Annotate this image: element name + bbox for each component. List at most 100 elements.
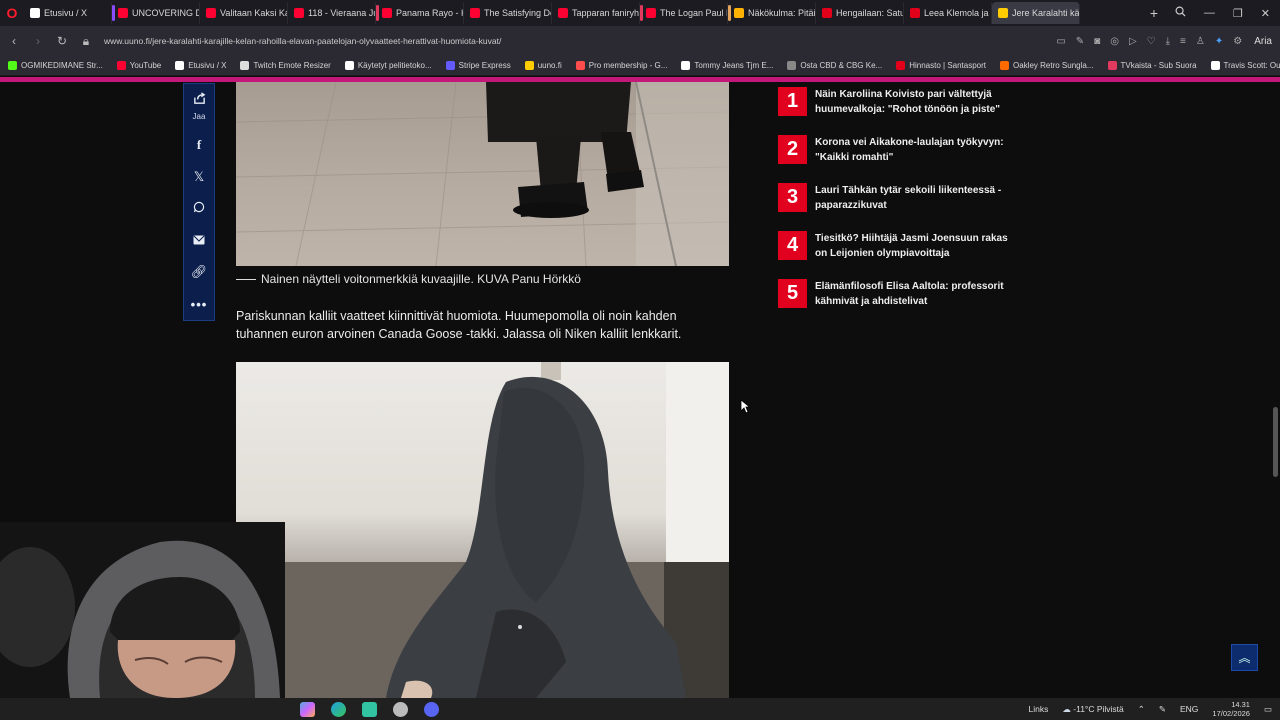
bookmark-item[interactable]: Tommy Jeans Tjm E... bbox=[681, 61, 773, 70]
restore-button[interactable]: ❐ bbox=[1233, 7, 1243, 20]
extension-icon[interactable]: ✦ bbox=[1215, 36, 1223, 47]
chevron-up-icon: ︽ bbox=[1238, 651, 1251, 665]
account-icon[interactable]: ♙ bbox=[1196, 36, 1205, 47]
back-icon[interactable]: ‹ bbox=[8, 34, 20, 48]
reload-icon[interactable]: ↻ bbox=[56, 34, 68, 48]
clock[interactable]: 14.31 17/02/2026 bbox=[1212, 700, 1250, 718]
share-link-button[interactable]: 🔗︎ bbox=[183, 256, 215, 288]
most-read-item[interactable]: 1 Näin Karoliina Koivisto pari vältettyjä… bbox=[778, 87, 1018, 135]
tab-3[interactable]: 118 - Vieraana Jukk bbox=[288, 2, 376, 24]
bookmark-item[interactable]: Osta CBD & CBG Ke... bbox=[787, 61, 882, 70]
heart-icon[interactable]: ♡ bbox=[1147, 36, 1156, 47]
most-read-title[interactable]: Näin Karoliina Koivisto pari vältettyjä … bbox=[815, 87, 1018, 117]
close-button[interactable]: ✕ bbox=[1261, 7, 1270, 20]
most-read-item[interactable]: 5 Elämänfilosofi Elisa Aaltola: professor… bbox=[778, 279, 1018, 327]
bookmark-item[interactable]: Twitch Emote Resizer bbox=[240, 61, 331, 70]
taskbar-apps bbox=[300, 698, 439, 720]
streamlabs-icon[interactable] bbox=[362, 701, 377, 717]
bookmark-item[interactable]: Etusivu / X bbox=[175, 61, 226, 70]
bookmark-label: Hinnasto | Santasport bbox=[909, 61, 987, 70]
forward-icon[interactable]: › bbox=[32, 34, 44, 48]
most-read-title[interactable]: Tiesitkö? Hiihtäjä Jasmi Joensuun rakas … bbox=[815, 231, 1018, 261]
weather-text: -11°C Pilvistä bbox=[1073, 703, 1124, 714]
url-field[interactable]: www.uuno.fi/jere-karalahti-karajille-kel… bbox=[104, 36, 1044, 46]
bookmark-label: Twitch Emote Resizer bbox=[253, 61, 331, 70]
tab-view-icon[interactable]: ▭ bbox=[1056, 36, 1065, 47]
tab-2[interactable]: Valitaan Kaksi Kaikki bbox=[200, 2, 288, 24]
new-tab-button[interactable]: + bbox=[1143, 5, 1165, 21]
tab-6[interactable]: Tapparan faniryhm bbox=[552, 2, 640, 24]
clock-date: 17/02/2026 bbox=[1212, 709, 1250, 718]
minimize-button[interactable]: — bbox=[1204, 7, 1215, 19]
bookmark-favicon-icon bbox=[524, 61, 534, 70]
weather-widget[interactable]: ☁ -11°C Pilvistä bbox=[1062, 704, 1123, 715]
tab-label: UNCOVERING DAR bbox=[132, 8, 199, 18]
bookmark-item[interactable]: TVkaista - Sub Suora bbox=[1107, 61, 1197, 70]
share-x-button[interactable]: 𝕏 bbox=[183, 161, 215, 193]
link-icon: 🔗︎ bbox=[190, 264, 208, 280]
tab-11[interactable]: Jere Karalahti kärajille - K bbox=[992, 2, 1080, 24]
share-email-button[interactable] bbox=[183, 224, 215, 256]
edge-icon[interactable] bbox=[331, 701, 346, 717]
most-read-item[interactable]: 3 Lauri Tähkän tytär sekoili liikenteessä… bbox=[778, 183, 1018, 231]
tab-label: The Logan Paul Po bbox=[660, 8, 727, 18]
opera-logo-icon[interactable]: O bbox=[0, 0, 24, 26]
menu-icon[interactable]: ≡ bbox=[1180, 36, 1186, 47]
bookmark-label: Travis Scott: Outfits,... bbox=[1223, 61, 1280, 70]
tab-8[interactable]: Näkökulma: Pitäisi bbox=[728, 2, 816, 24]
download-icon[interactable]: ⤓ bbox=[1166, 36, 1170, 47]
share-facebook-button[interactable]: f bbox=[183, 129, 215, 161]
tab-5[interactable]: The Satisfying Dest bbox=[464, 2, 552, 24]
chevron-up-icon[interactable]: ⌃ bbox=[1138, 704, 1145, 715]
article-photo-hooded-woman bbox=[236, 362, 729, 698]
pen-icon[interactable]: ✎ bbox=[1159, 704, 1166, 715]
share-whatsapp-button[interactable] bbox=[183, 193, 215, 225]
play-icon[interactable]: ▷ bbox=[1129, 36, 1137, 47]
edit-icon[interactable]: ✎ bbox=[1076, 36, 1084, 47]
notifications-icon[interactable]: ▭ bbox=[1264, 704, 1272, 715]
tab-favicon-icon bbox=[470, 8, 480, 18]
tab-9[interactable]: Hengailaan: Satu H bbox=[816, 2, 904, 24]
most-read-item[interactable]: 2 Korona vei Aikakone-laulajan työkyvyn: … bbox=[778, 135, 1018, 183]
bookmark-item[interactable]: Travis Scott: Outfits,... bbox=[1210, 61, 1280, 70]
tab-1[interactable]: UNCOVERING DAR bbox=[112, 2, 200, 24]
camera-icon[interactable]: ◙ bbox=[1094, 36, 1100, 47]
tab-label: Panama Rayo - Kim bbox=[396, 8, 463, 18]
tab-0[interactable]: Etusivu / X bbox=[24, 2, 112, 24]
tab-favicon-icon bbox=[206, 8, 216, 18]
discord-icon[interactable] bbox=[424, 701, 439, 717]
photo-caption: Nainen näytteli voitonmerkkiä kuvaajille… bbox=[236, 272, 581, 286]
bookmark-label: Tommy Jeans Tjm E... bbox=[694, 61, 774, 70]
bookmark-item[interactable]: Pro membership - G... bbox=[575, 61, 667, 70]
bookmark-item[interactable]: Stripe Express bbox=[445, 61, 511, 70]
copilot-icon[interactable] bbox=[300, 701, 315, 717]
tab-10[interactable]: Leea Klemola ja Ka bbox=[904, 2, 992, 24]
obs-icon[interactable] bbox=[393, 701, 408, 717]
bookmark-item[interactable]: Oakley Retro Sungla... bbox=[1000, 61, 1094, 70]
facebook-icon: f bbox=[196, 136, 202, 152]
most-read-item[interactable]: 4 Tiesitkö? Hiihtäjä Jasmi Joensuun rakas… bbox=[778, 231, 1018, 279]
scroll-to-top-button[interactable]: ︽ bbox=[1231, 644, 1258, 671]
bookmark-item[interactable]: uuno.fi bbox=[524, 61, 562, 70]
settings-icon[interactable]: ⚙ bbox=[1233, 36, 1242, 47]
bookmark-item[interactable]: OGMIKEDIMANE Str... bbox=[8, 61, 103, 70]
bookmark-item[interactable]: Käytetyt pelitietoko... bbox=[344, 61, 432, 70]
page-scrollbar[interactable] bbox=[1273, 407, 1278, 477]
webpage: Jaa f 𝕏 🔗︎ ••• Nainen näytteli voitonmer… bbox=[0, 77, 1280, 698]
tab-favicon-icon bbox=[118, 8, 128, 18]
language-indicator[interactable]: ENG bbox=[1180, 704, 1198, 714]
most-read-title[interactable]: Korona vei Aikakone-laulajan työkyvyn: "… bbox=[815, 135, 1018, 165]
aria-button[interactable]: Aria bbox=[1254, 36, 1272, 47]
bookmark-favicon-icon bbox=[116, 61, 126, 70]
share-more-button[interactable]: ••• bbox=[183, 288, 215, 320]
vpn-icon[interactable]: ◎ bbox=[1110, 36, 1119, 47]
bookmark-item[interactable]: Hinnasto | Santasport bbox=[896, 61, 986, 70]
tab-7[interactable]: The Logan Paul Po bbox=[640, 2, 728, 24]
most-read-title[interactable]: Elämänfilosofi Elisa Aaltola: professori… bbox=[815, 279, 1018, 309]
bookmark-item[interactable]: YouTube bbox=[116, 61, 161, 70]
links-toolbar[interactable]: Links bbox=[1029, 704, 1049, 714]
search-icon[interactable] bbox=[1175, 6, 1186, 20]
tab-4[interactable]: Panama Rayo - Kim bbox=[376, 2, 464, 24]
most-read-title[interactable]: Lauri Tähkän tytär sekoili liikenteessä … bbox=[815, 183, 1018, 213]
share-icon[interactable] bbox=[193, 92, 206, 110]
